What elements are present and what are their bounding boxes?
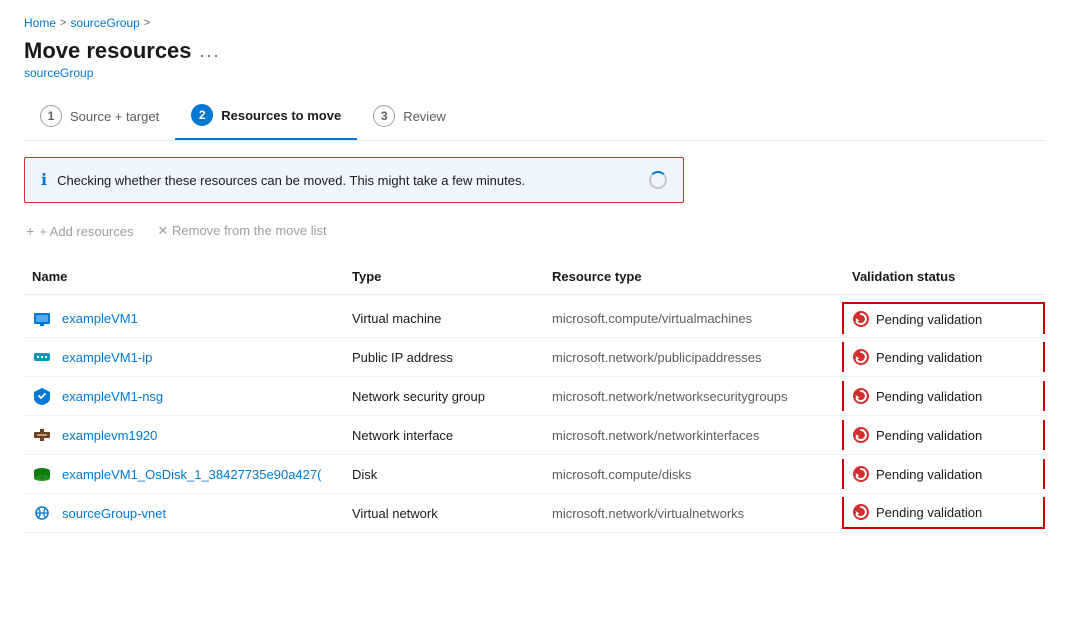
- step2-circle: 2: [191, 104, 213, 126]
- page-subtitle[interactable]: sourceGroup: [24, 66, 1045, 80]
- table-row[interactable]: sourceGroup-vnet Virtual networkmicrosoft…: [24, 494, 1045, 533]
- info-banner-text: Checking whether these resources can be …: [57, 173, 639, 188]
- validation-status-text: Pending validation: [876, 505, 982, 520]
- name-cell: sourceGroup-vnet: [24, 496, 344, 530]
- pending-validation-icon: [852, 465, 870, 483]
- remove-from-list-button[interactable]: ✕ Remove from the move list: [156, 219, 329, 243]
- resource-type-cell: microsoft.network/virtualnetworks: [544, 500, 844, 527]
- name-cell: examplevm1920: [24, 418, 344, 452]
- step-resources-to-move[interactable]: 2 Resources to move: [175, 96, 357, 140]
- validation-status-text: Pending validation: [876, 389, 982, 404]
- resource-type-cell: microsoft.network/publicipaddresses: [544, 344, 844, 371]
- type-cell: Network security group: [344, 383, 544, 410]
- resource-type-cell: microsoft.network/networkinterfaces: [544, 422, 844, 449]
- resource-type-cell: microsoft.compute/disks: [544, 461, 844, 488]
- step1-circle: 1: [40, 105, 62, 127]
- page-title: Move resources: [24, 38, 192, 64]
- add-resources-button[interactable]: + + Add resources: [24, 219, 136, 243]
- pending-validation-icon: [852, 503, 870, 521]
- add-resources-label: + Add resources: [39, 224, 133, 239]
- step-source-target[interactable]: 1 Source + target: [24, 97, 175, 139]
- resource-name: exampleVM1: [62, 311, 138, 326]
- vm-icon: [32, 307, 54, 329]
- validation-cell: Pending validation: [842, 497, 1045, 529]
- vnet-icon: [32, 502, 54, 524]
- validation-cell: Pending validation: [842, 459, 1045, 489]
- name-cell: exampleVM1_OsDisk_1_38427735e90a427(: [24, 457, 344, 491]
- resources-table: Name Type Resource type Validation statu…: [24, 259, 1045, 533]
- validation-status-text: Pending validation: [876, 428, 982, 443]
- breadcrumb: Home > sourceGroup >: [24, 16, 1045, 30]
- name-cell: exampleVM1: [24, 301, 344, 335]
- loading-spinner: [649, 171, 667, 189]
- toolbar: + + Add resources ✕ Remove from the move…: [24, 219, 1045, 243]
- type-cell: Virtual machine: [344, 305, 544, 332]
- validation-cell: Pending validation: [842, 342, 1045, 372]
- pending-validation-icon: [852, 387, 870, 405]
- pending-validation-icon: [852, 426, 870, 444]
- step3-circle: 3: [373, 105, 395, 127]
- info-banner: ℹ Checking whether these resources can b…: [24, 157, 684, 203]
- type-cell: Network interface: [344, 422, 544, 449]
- remove-label: ✕ Remove from the move list: [158, 223, 327, 239]
- step1-label: Source + target: [70, 109, 159, 124]
- name-cell: exampleVM1-ip: [24, 340, 344, 374]
- breadcrumb-source[interactable]: sourceGroup: [70, 16, 139, 30]
- col-header-type: Type: [344, 265, 544, 288]
- resource-name: exampleVM1-nsg: [62, 389, 163, 404]
- validation-cell: Pending validation: [842, 381, 1045, 411]
- type-cell: Virtual network: [344, 500, 544, 527]
- name-cell: exampleVM1-nsg: [24, 379, 344, 413]
- col-header-validation: Validation status: [844, 265, 1045, 288]
- page-header: Move resources ...: [24, 38, 1045, 64]
- resource-name: sourceGroup-vnet: [62, 506, 166, 521]
- breadcrumb-home[interactable]: Home: [24, 16, 56, 30]
- table-body: exampleVM1Virtual machinemicrosoft.compu…: [24, 299, 1045, 533]
- breadcrumb-sep2: >: [144, 17, 150, 29]
- type-cell: Disk: [344, 461, 544, 488]
- validation-status-text: Pending validation: [876, 467, 982, 482]
- resource-name: exampleVM1-ip: [62, 350, 152, 365]
- table-header: Name Type Resource type Validation statu…: [24, 259, 1045, 295]
- add-icon: +: [26, 223, 34, 239]
- table-row[interactable]: exampleVM1 Virtual machinemicrosoft.compu…: [24, 299, 1045, 338]
- step-review[interactable]: 3 Review: [357, 97, 462, 139]
- resource-name: exampleVM1_OsDisk_1_38427735e90a427(: [62, 467, 321, 482]
- nic-icon: [32, 424, 54, 446]
- step2-label: Resources to move: [221, 108, 341, 123]
- resource-type-cell: microsoft.compute/virtualmachines: [544, 305, 844, 332]
- info-icon: ℹ: [41, 170, 47, 190]
- validation-cell: Pending validation: [842, 302, 1045, 334]
- type-cell: Public IP address: [344, 344, 544, 371]
- table-row[interactable]: examplevm1920 Network interfacemicrosoft.…: [24, 416, 1045, 455]
- validation-cell: Pending validation: [842, 420, 1045, 450]
- pending-validation-icon: [852, 348, 870, 366]
- disk-icon: [32, 463, 54, 485]
- more-options-icon[interactable]: ...: [200, 41, 221, 62]
- step3-label: Review: [403, 109, 446, 124]
- pending-validation-icon: [852, 310, 870, 328]
- validation-status-text: Pending validation: [876, 312, 982, 327]
- nsg-icon: [32, 385, 54, 407]
- table-row[interactable]: exampleVM1_OsDisk_1_38427735e90a427( Disk…: [24, 455, 1045, 494]
- resource-name: examplevm1920: [62, 428, 157, 443]
- col-header-resource-type: Resource type: [544, 265, 844, 288]
- resource-type-cell: microsoft.network/networksecuritygroups: [544, 383, 844, 410]
- breadcrumb-sep1: >: [60, 17, 66, 29]
- col-header-name: Name: [24, 265, 344, 288]
- wizard-steps: 1 Source + target 2 Resources to move 3 …: [24, 96, 1045, 141]
- table-row[interactable]: exampleVM1-nsg Network security groupmicr…: [24, 377, 1045, 416]
- validation-status-text: Pending validation: [876, 350, 982, 365]
- ip-icon: [32, 346, 54, 368]
- table-row[interactable]: exampleVM1-ip Public IP addressmicrosoft.…: [24, 338, 1045, 377]
